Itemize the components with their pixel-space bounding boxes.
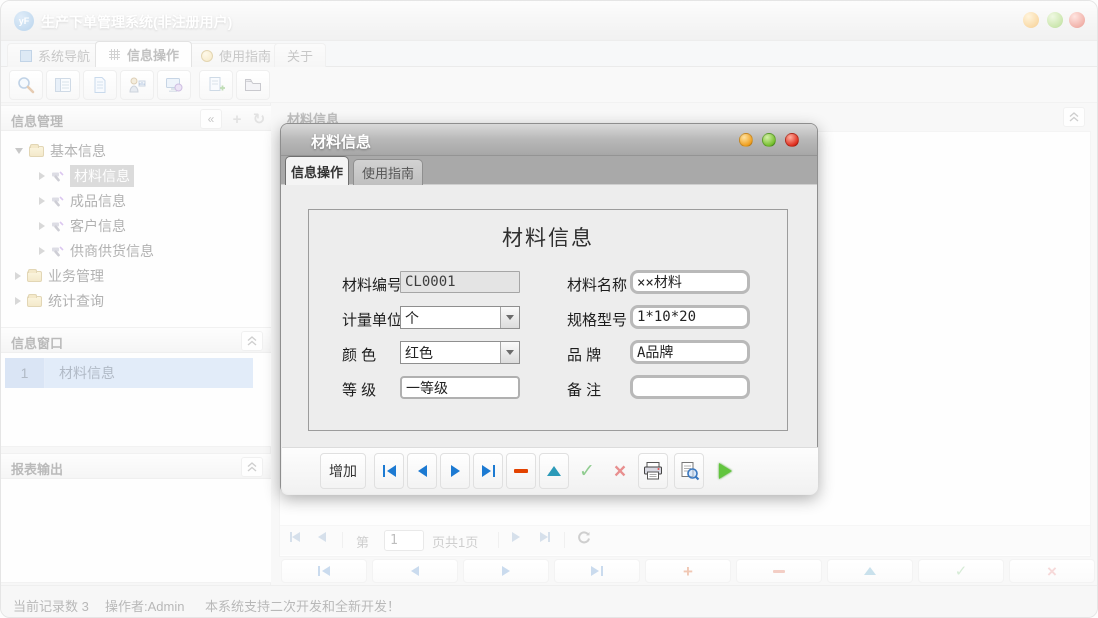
- dropdown-button[interactable]: [500, 342, 519, 363]
- spec-field[interactable]: [630, 305, 750, 329]
- dialog-titlebar[interactable]: 材料信息: [281, 124, 817, 156]
- play-icon: [719, 463, 732, 479]
- brand-field[interactable]: [630, 340, 750, 364]
- dialog-title: 材料信息: [311, 131, 371, 152]
- brand-label: 品 牌: [567, 344, 601, 365]
- chevron-down-icon: [506, 315, 514, 320]
- dialog-tab-user-guide[interactable]: 使用指南: [353, 159, 423, 185]
- save-record-button[interactable]: ✓: [572, 453, 602, 489]
- triangle-up-icon: [547, 466, 561, 476]
- edit-record-button[interactable]: [539, 453, 569, 489]
- remark-label: 备 注: [567, 379, 601, 400]
- material-form-groupbox: 材料信息 材料编号 材料名称 计量单位 个 规格型号 颜 色 红色 品 牌: [308, 209, 788, 431]
- name-label: 材料名称: [567, 274, 627, 295]
- dialog-minimize-button[interactable]: [739, 133, 753, 147]
- check-icon: ✓: [579, 460, 595, 483]
- delete-record-button[interactable]: [506, 453, 536, 489]
- name-field[interactable]: [630, 270, 750, 294]
- prev-record-button[interactable]: [407, 453, 437, 489]
- dialog-body: 材料信息 材料编号 材料名称 计量单位 个 规格型号 颜 色 红色 品 牌: [281, 185, 817, 495]
- first-record-button[interactable]: [374, 453, 404, 489]
- color-label: 颜 色: [342, 344, 376, 365]
- form-title: 材料信息: [309, 222, 787, 252]
- app-window: yF 生产下单管理系统(非注册用户) 系统导航 信息操作 使用指南 关于: [0, 0, 1098, 618]
- code-field: [400, 271, 520, 293]
- unit-select[interactable]: 个: [400, 306, 520, 329]
- code-label: 材料编号: [342, 274, 402, 295]
- grade-label: 等 级: [342, 379, 376, 400]
- spec-label: 规格型号: [567, 309, 627, 330]
- dialog-toolbar: 增加 ✓ ×: [282, 447, 818, 494]
- x-icon: ×: [614, 461, 626, 482]
- last-record-button[interactable]: [473, 453, 503, 489]
- print-button[interactable]: [638, 453, 668, 489]
- minus-icon: [514, 469, 528, 473]
- remark-field[interactable]: [630, 375, 750, 399]
- cancel-record-button[interactable]: ×: [605, 453, 635, 489]
- run-button[interactable]: [710, 453, 740, 489]
- next-record-button[interactable]: [440, 453, 470, 489]
- grade-field[interactable]: [400, 376, 520, 399]
- unit-label: 计量单位: [342, 309, 402, 330]
- print-icon: [642, 461, 664, 481]
- dialog-close-button[interactable]: [785, 133, 799, 147]
- print-preview-icon: [679, 461, 700, 481]
- dialog-maximize-button[interactable]: [762, 133, 776, 147]
- add-button[interactable]: 增加: [320, 453, 366, 489]
- dialog-tabstrip: 信息操作 使用指南: [281, 156, 817, 185]
- material-info-dialog: 材料信息 信息操作 使用指南 材料信息 材料编号 材料名称 计量单位 个 规格型…: [280, 123, 818, 494]
- chevron-down-icon: [506, 350, 514, 355]
- dialog-tab-info-operation[interactable]: 信息操作: [285, 156, 349, 185]
- color-select[interactable]: 红色: [400, 341, 520, 364]
- print-preview-button[interactable]: [674, 453, 704, 489]
- dropdown-button[interactable]: [500, 307, 519, 328]
